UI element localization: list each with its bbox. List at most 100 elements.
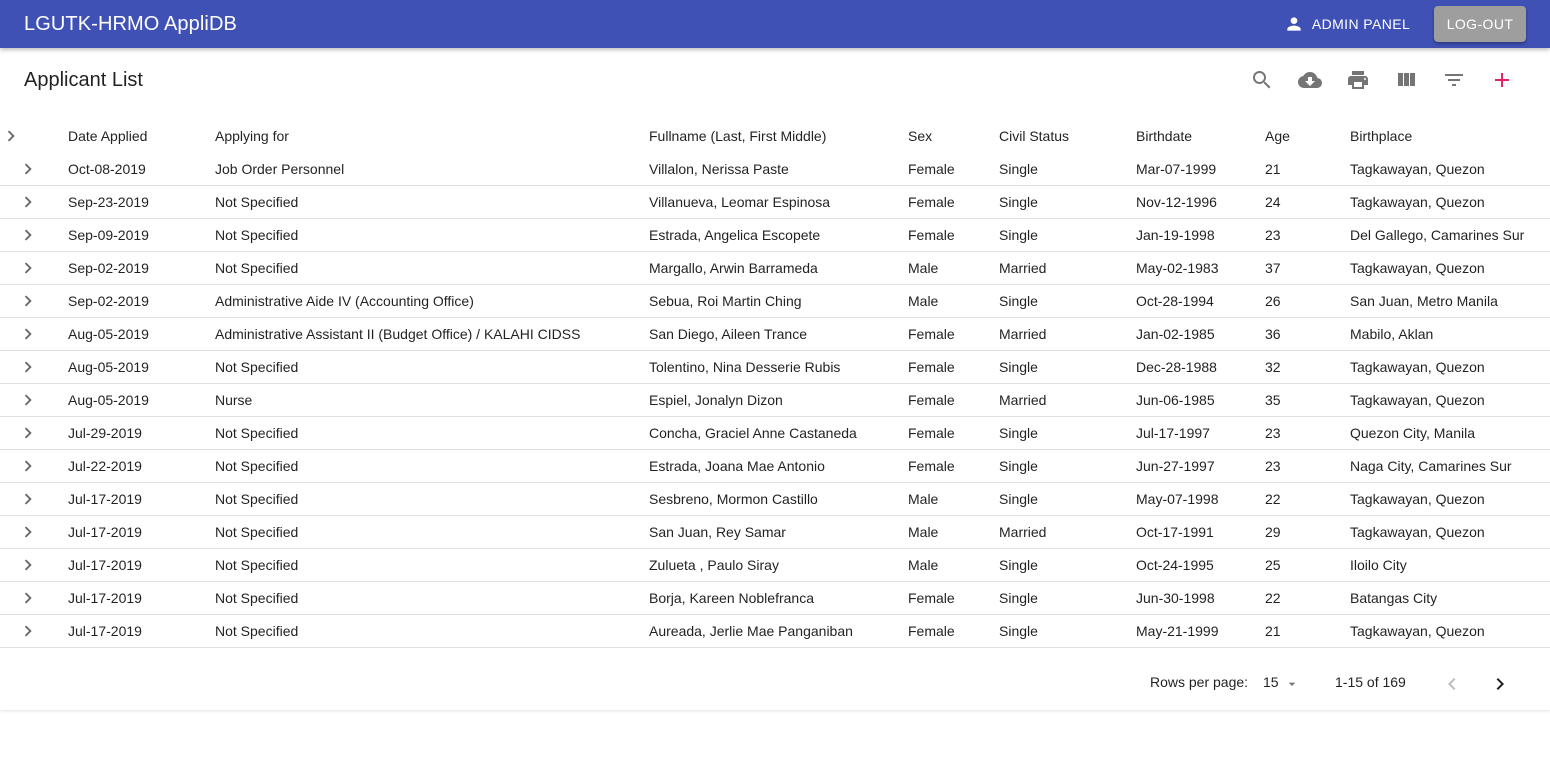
cloud-download-icon[interactable]	[1286, 56, 1334, 104]
cell-civil-status: Single	[987, 153, 1124, 186]
column-header-age[interactable]: Age	[1253, 119, 1338, 153]
cell-birthdate: May-07-1998	[1124, 482, 1253, 516]
cell-sex: Female	[896, 218, 987, 252]
column-header-applying-for[interactable]: Applying for	[203, 119, 637, 153]
cell-age: 37	[1253, 251, 1338, 285]
table-row[interactable]: Jul-17-2019 Not Specified San Juan, Rey Sa…	[0, 515, 1550, 549]
chevron-right-icon	[24, 427, 32, 439]
cell-sex: Male	[896, 515, 987, 549]
filter-list-icon[interactable]	[1430, 56, 1478, 104]
expand-row-button[interactable]	[0, 350, 56, 384]
cell-age: 21	[1253, 153, 1338, 186]
cell-age: 23	[1253, 449, 1338, 483]
column-header-birthplace[interactable]: Birthplace	[1338, 119, 1550, 153]
admin-panel-label: ADMIN PANEL	[1311, 16, 1411, 32]
applicant-table: Date Applied Applying for Fullname (Last…	[0, 119, 1550, 648]
admin-panel-button[interactable]: ADMIN PANEL	[1276, 6, 1418, 42]
cell-fullname: Sesbreno, Mormon Castillo	[637, 482, 896, 516]
cell-birthdate: Dec-28-1988	[1124, 350, 1253, 384]
table-row[interactable]: Sep-02-2019 Administrative Aide IV (Accou…	[0, 284, 1550, 318]
cell-civil-status: Single	[987, 416, 1124, 450]
table-row[interactable]: Aug-05-2019 Not Specified Tolentino, Nina …	[0, 350, 1550, 384]
expand-row-button[interactable]	[0, 284, 56, 318]
logout-button[interactable]: LOG-OUT	[1434, 6, 1526, 42]
add-icon[interactable]	[1478, 56, 1526, 104]
cell-birthdate: Nov-12-1996	[1124, 185, 1253, 219]
cell-birthdate: Jan-19-1998	[1124, 218, 1253, 252]
chevron-right-icon	[24, 295, 32, 307]
cell-applying-for: Not Specified	[203, 185, 637, 219]
previous-page-button[interactable]	[1428, 660, 1476, 708]
table-row[interactable]: Jul-17-2019 Not Specified Sesbreno, Mormon…	[0, 482, 1550, 516]
table-row[interactable]: Jul-17-2019 Not Specified Aureada, Jerlie …	[0, 614, 1550, 648]
cell-fullname: Espiel, Jonalyn Dizon	[637, 383, 896, 417]
table-row[interactable]: Jul-17-2019 Not Specified Zulueta , Paulo …	[0, 548, 1550, 582]
chevron-right-icon	[24, 328, 32, 340]
cell-date-applied: Sep-02-2019	[56, 284, 203, 318]
expand-row-button[interactable]	[0, 614, 56, 648]
expand-row-button[interactable]	[0, 482, 56, 516]
print-icon[interactable]	[1334, 56, 1382, 104]
cell-age: 22	[1253, 581, 1338, 615]
cell-sex: Male	[896, 284, 987, 318]
expand-row-button[interactable]	[0, 317, 56, 351]
column-header-date-applied[interactable]: Date Applied	[56, 119, 203, 153]
column-header-civil-status[interactable]: Civil Status	[987, 119, 1124, 153]
table-row[interactable]: Aug-05-2019 Nurse Espiel, Jonalyn Dizon Fem…	[0, 383, 1550, 417]
rows-per-page-select[interactable]: 15	[1263, 674, 1303, 690]
cell-applying-for: Not Specified	[203, 251, 637, 285]
cell-civil-status: Married	[987, 251, 1124, 285]
expand-row-button[interactable]	[0, 153, 56, 186]
cell-applying-for: Not Specified	[203, 416, 637, 450]
expand-row-button[interactable]	[0, 251, 56, 285]
expand-row-button[interactable]	[0, 416, 56, 450]
next-page-button[interactable]	[1476, 660, 1524, 708]
cell-sex: Female	[896, 581, 987, 615]
column-header-sex[interactable]: Sex	[896, 119, 987, 153]
search-icon[interactable]	[1238, 56, 1286, 104]
cell-applying-for: Not Specified	[203, 482, 637, 516]
cell-fullname: Tolentino, Nina Desserie Rubis	[637, 350, 896, 384]
rows-per-page-label: Rows per page:	[1150, 674, 1249, 690]
expand-row-button[interactable]	[0, 218, 56, 252]
cell-age: 36	[1253, 317, 1338, 351]
expand-row-button[interactable]	[0, 449, 56, 483]
cell-date-applied: Aug-05-2019	[56, 317, 203, 351]
chevron-right-icon	[24, 196, 32, 208]
cell-fullname: Estrada, Angelica Escopete	[637, 218, 896, 252]
cell-fullname: San Diego, Aileen Trance	[637, 317, 896, 351]
expand-row-button[interactable]	[0, 548, 56, 582]
cell-date-applied: Sep-09-2019	[56, 218, 203, 252]
table-header-row: Date Applied Applying for Fullname (Last…	[0, 119, 1550, 153]
table-row[interactable]: Jul-29-2019 Not Specified Concha, Graciel …	[0, 416, 1550, 450]
table-row[interactable]: Sep-23-2019 Not Specified Villanueva, Leom…	[0, 185, 1550, 219]
cell-civil-status: Single	[987, 350, 1124, 384]
chevron-right-icon	[24, 592, 32, 604]
cell-civil-status: Single	[987, 218, 1124, 252]
table-row[interactable]: Sep-09-2019 Not Specified Estrada, Angelic…	[0, 218, 1550, 252]
cell-birthplace: Iloilo City	[1338, 548, 1550, 582]
table-row[interactable]: Jul-22-2019 Not Specified Estrada, Joana M…	[0, 449, 1550, 483]
cell-age: 21	[1253, 614, 1338, 648]
table-row[interactable]: Jul-17-2019 Not Specified Borja, Kareen No…	[0, 581, 1550, 615]
cell-birthdate: Jun-30-1998	[1124, 581, 1253, 615]
cell-birthplace: Tagkawayan, Quezon	[1338, 350, 1550, 384]
table-row[interactable]: Sep-02-2019 Not Specified Margallo, Arwin …	[0, 251, 1550, 285]
column-header-birthdate[interactable]: Birthdate	[1124, 119, 1253, 153]
cell-fullname: Zulueta , Paulo Siray	[637, 548, 896, 582]
arrow-drop-down-icon	[1288, 682, 1296, 686]
table-row[interactable]: Oct-08-2019 Job Order Personnel Villalon, …	[0, 153, 1550, 186]
pagination: Rows per page: 15 1-15 of 169	[0, 658, 1550, 710]
cell-date-applied: Jul-17-2019	[56, 614, 203, 648]
column-header-fullname[interactable]: Fullname (Last, First Middle)	[637, 119, 896, 153]
expand-row-button[interactable]	[0, 515, 56, 549]
view-column-icon[interactable]	[1382, 56, 1430, 104]
table-row[interactable]: Aug-05-2019 Administrative Assistant II (…	[0, 317, 1550, 351]
cell-birthdate: Mar-07-1999	[1124, 153, 1253, 186]
expand-row-button[interactable]	[0, 185, 56, 219]
cell-birthdate: Oct-17-1991	[1124, 515, 1253, 549]
expand-row-button[interactable]	[0, 383, 56, 417]
cell-applying-for: Job Order Personnel	[203, 153, 637, 186]
expand-row-button[interactable]	[0, 581, 56, 615]
expand-all-button[interactable]	[0, 119, 56, 153]
